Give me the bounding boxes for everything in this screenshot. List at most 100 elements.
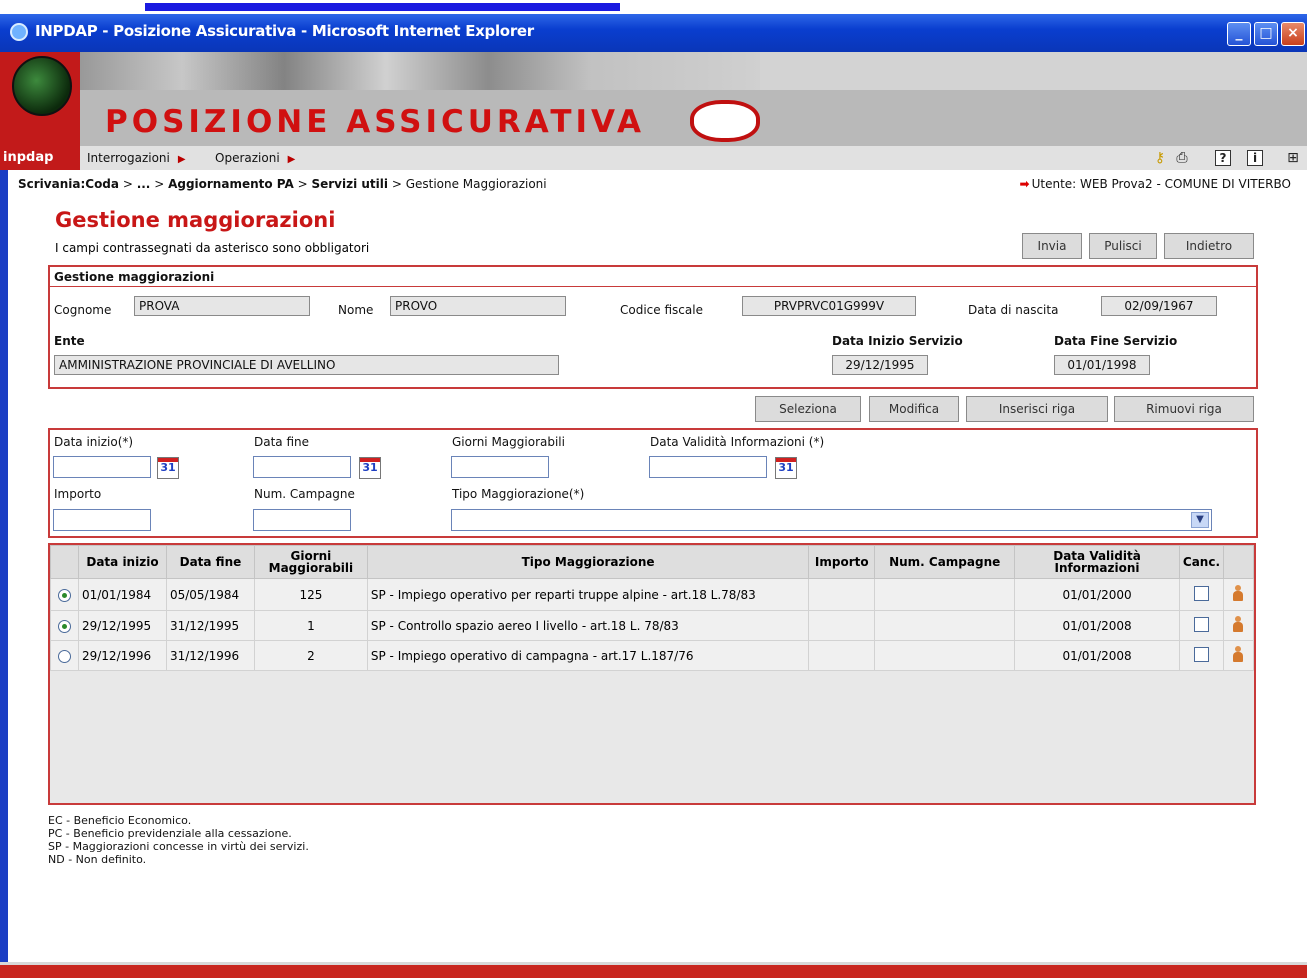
header-select (50, 545, 79, 579)
close-icon[interactable]: × (1281, 22, 1305, 46)
canc-checkbox[interactable] (1193, 585, 1209, 601)
inizio-servizio-field: 29/12/1995 (832, 355, 928, 375)
canc-checkbox[interactable] (1193, 616, 1209, 632)
cell-data-fine: 05/05/1984 (165, 578, 255, 611)
piggy-bank-icon (690, 100, 760, 142)
fine-servizio-field: 01/01/1998 (1054, 355, 1150, 375)
nascita-label: Data di nascita (968, 303, 1059, 317)
row-radio[interactable] (57, 619, 71, 633)
cell-giorni: 125 (253, 578, 368, 611)
cell-importo (808, 610, 876, 641)
campagne-label: Num. Campagne (254, 487, 355, 501)
tipo-select[interactable]: ▼ (451, 509, 1212, 531)
breadcrumb-current: Gestione Maggiorazioni (405, 177, 547, 191)
breadcrumb-scrivania[interactable]: Scrivania:Coda (18, 177, 119, 191)
cell-data-fine: 31/12/1995 (165, 610, 255, 641)
data-fine-input[interactable] (253, 456, 351, 478)
cell-tipo: SP - Impiego operativo di campagna - art… (366, 640, 810, 671)
invia-button[interactable]: Invia (1022, 233, 1082, 259)
header-action (1222, 545, 1255, 579)
header-validita: Data Validità Informazioni (1014, 545, 1180, 579)
campagne-input[interactable] (253, 509, 351, 531)
menu-interrogazioni[interactable]: Interrogazioni ▶ (87, 151, 186, 165)
ie-icon (10, 23, 28, 41)
cell-tipo: SP - Controllo spazio aereo I livello - … (366, 610, 810, 641)
breadcrumb-sep: > (293, 177, 312, 191)
info-icon[interactable]: i (1247, 150, 1263, 166)
breadcrumb-servizi[interactable]: Servizi utili (311, 177, 388, 191)
section-title: Gestione maggiorazioni (54, 270, 215, 284)
menu-operazioni[interactable]: Operazioni ▶ (215, 151, 295, 165)
cell-campagne (874, 578, 1016, 611)
user-icon[interactable] (1232, 616, 1244, 632)
validita-input[interactable] (649, 456, 767, 478)
breadcrumb: Scrivania:Coda > ... > Aggiornamento PA … (18, 177, 547, 191)
legend-item: SP - Maggiorazioni concesse in virtù dei… (48, 840, 309, 853)
cell-action (1222, 610, 1255, 641)
banner-title: POSIZIONE ASSICURATIVA (105, 104, 645, 140)
footer-divider (0, 962, 1307, 965)
row-select-cell (50, 578, 79, 611)
data-fine-label: Data fine (254, 435, 310, 449)
user-info: ➡ Utente: WEB Prova2 - COMUNE DI VITERBO (1020, 177, 1291, 191)
chevron-down-icon[interactable]: ▼ (1191, 512, 1209, 528)
modifica-button[interactable]: Modifica (869, 396, 959, 422)
cell-campagne (874, 640, 1016, 671)
calendar-icon[interactable]: 31 (157, 457, 179, 479)
cell-importo (808, 640, 876, 671)
page-subtitle: I campi contrassegnati da asterisco sono… (55, 241, 370, 255)
calendar-icon[interactable]: 31 (359, 457, 381, 479)
user-icon[interactable] (1232, 585, 1244, 601)
cell-canc (1178, 578, 1224, 611)
table-row[interactable]: 01/01/1984 05/05/1984 125 SP - Impiego o… (50, 578, 1255, 611)
cell-canc (1178, 640, 1224, 671)
breadcrumb-aggiornamento[interactable]: Aggiornamento PA (168, 177, 294, 191)
cell-data-inizio: 29/12/1996 (77, 640, 167, 671)
sitemap-icon[interactable]: ⊞ (1283, 149, 1303, 167)
key-icon[interactable]: ⚷ (1150, 149, 1170, 167)
data-inizio-input[interactable] (53, 456, 151, 478)
calendar-icon[interactable]: 31 (775, 457, 797, 479)
cf-label: Codice fiscale (620, 303, 703, 317)
header-giorni: Giorni Maggiorabili (253, 545, 368, 579)
address-link-bar[interactable] (145, 3, 620, 11)
inserisci-riga-button[interactable]: Inserisci riga (966, 396, 1108, 422)
pulisci-button[interactable]: Pulisci (1089, 233, 1157, 259)
printer-icon[interactable]: ⎙ (1172, 149, 1192, 167)
help-icon[interactable]: ? (1215, 150, 1231, 166)
canc-checkbox[interactable] (1193, 646, 1209, 662)
data-inizio-label: Data inizio(*) (54, 435, 134, 449)
header-tipo: Tipo Maggiorazione (366, 545, 810, 579)
maggiorazioni-table: Data inizio Data fine Giorni Maggiorabil… (48, 543, 1256, 805)
footer-bar (0, 962, 1307, 978)
nascita-field: 02/09/1967 (1101, 296, 1217, 316)
cognome-label: Cognome (54, 303, 112, 317)
rimuovi-riga-button[interactable]: Rimuovi riga (1114, 396, 1254, 422)
user-icon[interactable] (1232, 646, 1244, 662)
table-row[interactable]: 29/12/1995 31/12/1995 1 SP - Controllo s… (50, 610, 1255, 641)
window-title: INPDAP - Posizione Assicurativa - Micros… (35, 22, 534, 40)
menu-operazioni-label: Operazioni (215, 151, 280, 165)
row-select-cell (50, 610, 79, 641)
seleziona-button[interactable]: Seleziona (755, 396, 861, 422)
giorni-input[interactable] (451, 456, 549, 478)
header-canc: Canc. (1178, 545, 1224, 579)
inizio-servizio-label: Data Inizio Servizio (832, 334, 963, 348)
breadcrumb-ellipsis[interactable]: ... (137, 177, 151, 191)
indietro-button[interactable]: Indietro (1164, 233, 1254, 259)
arrow-right-icon: ➡ (1019, 177, 1030, 191)
importo-input[interactable] (53, 509, 151, 531)
cell-action (1222, 640, 1255, 671)
cell-importo (808, 578, 876, 611)
row-radio[interactable] (57, 649, 71, 663)
user-label: Utente: WEB Prova2 - COMUNE DI VITERBO (1031, 177, 1291, 191)
nome-label: Nome (338, 303, 374, 317)
header-importo: Importo (808, 545, 876, 579)
ente-label: Ente (54, 334, 85, 348)
row-radio[interactable] (57, 588, 71, 602)
tipo-label: Tipo Maggiorazione(*) (452, 487, 585, 501)
minimize-icon[interactable]: _ (1227, 22, 1251, 46)
maximize-icon[interactable]: □ (1254, 22, 1278, 46)
importo-label: Importo (54, 487, 102, 501)
table-row[interactable]: 29/12/1996 31/12/1996 2 SP - Impiego ope… (50, 640, 1255, 671)
